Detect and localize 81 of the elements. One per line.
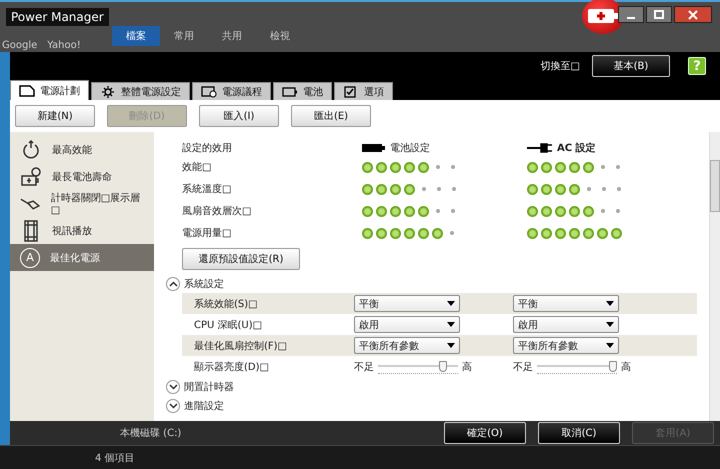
battery-clock-icon (20, 166, 42, 188)
caret-icon (606, 322, 614, 327)
dropdown[interactable]: 啟用 (354, 316, 460, 333)
caret-icon (606, 301, 614, 306)
tab[interactable]: 電池 (273, 82, 332, 100)
setting-label: 系統效能(S)□ (194, 298, 259, 310)
tab[interactable]: 選項 (334, 82, 393, 100)
page-icon (19, 84, 35, 96)
tab[interactable]: 電源議程 (192, 82, 271, 100)
plug-icon (527, 143, 553, 153)
battery-icon (282, 86, 298, 98)
dropdown[interactable]: 啟用 (513, 316, 619, 333)
section-title: 系統設定 (184, 278, 224, 290)
slider-min-label: 不足 (354, 360, 374, 374)
tab[interactable]: 電源計劃 (10, 80, 89, 100)
effect-label: 效能□ (182, 160, 212, 174)
window-title: Power Manager (6, 8, 109, 26)
toolbar-button[interactable]: 匯出(E) (291, 105, 371, 127)
slider-thumb[interactable] (439, 360, 448, 372)
plan-item[interactable]: 最長電池壽命 (10, 163, 154, 190)
plan-item[interactable]: A 最佳化電源 (10, 244, 154, 271)
dropdown[interactable]: 平衡所有參數 (513, 337, 619, 354)
clock-monitor-icon (201, 86, 217, 98)
drive-label: 本機磁碟 (C:) (120, 428, 182, 439)
ribbon-tab[interactable]: 常用 (160, 26, 208, 46)
battery-plus-logo-icon (582, 0, 624, 34)
chevron-down-icon (168, 384, 178, 390)
chevron-down-icon (168, 402, 178, 408)
slider-max-label: 高 (621, 360, 631, 374)
battery-column-label: 電池設定 (390, 142, 430, 155)
basic-mode-button[interactable]: 基本(B) (592, 55, 670, 77)
dropdown[interactable]: 平衡 (513, 295, 619, 312)
dropdown[interactable]: 平衡 (354, 295, 460, 312)
effects-heading: 設定的效用 (182, 142, 233, 155)
effect-label: 系統溫度□ (182, 182, 232, 196)
plan-item[interactable]: 計時器關閉□展示層□ (10, 190, 154, 217)
expander-button[interactable] (166, 398, 180, 412)
minimize-button[interactable] (618, 6, 644, 23)
dialog-button[interactable]: 確定(O) (444, 422, 526, 444)
ribbon-tab[interactable]: 檢視 (256, 26, 304, 46)
slider-min-label: 不足 (513, 360, 533, 374)
slider-thumb[interactable] (609, 360, 617, 372)
tab[interactable]: 整體電源設定 (91, 82, 190, 100)
dialog-button[interactable]: 取消(C) (538, 422, 620, 444)
item-count: 4 個項目 (95, 452, 135, 464)
restore-defaults-button[interactable]: 還原預設值設定(R) (182, 248, 300, 270)
expander-button[interactable] (166, 380, 180, 394)
effect-label: 風扇音效層次□ (182, 204, 252, 218)
ac-column-label: AC 設定 (557, 141, 596, 155)
section-title: 進階設定 (184, 400, 224, 412)
maximize-button[interactable] (646, 6, 672, 23)
close-button[interactable] (674, 6, 712, 23)
chevron-up-icon (168, 280, 178, 286)
switch-label: 切換至□ (540, 60, 580, 73)
close-icon (688, 10, 698, 20)
slider-max-label: 高 (462, 360, 472, 374)
toolbar-button[interactable]: 匯入(I) (199, 105, 279, 127)
scrollbar[interactable] (709, 132, 720, 421)
caret-icon (447, 343, 455, 348)
plan-item[interactable]: 最高效能 (10, 136, 154, 163)
bookmark-link[interactable]: Google (2, 40, 38, 51)
setting-label: 最佳化風扇控制(F)□ (194, 340, 288, 352)
bookmark-link[interactable]: Yahoo! (47, 40, 81, 51)
caret-icon (447, 301, 455, 306)
expander-button[interactable] (166, 276, 180, 290)
ribbon-tab[interactable]: 共用 (208, 26, 256, 46)
setting-label: CPU 深眠(U)□ (194, 318, 264, 332)
maximize-icon (654, 10, 664, 20)
toolbar-button[interactable]: 新建(N) (15, 105, 95, 127)
minimize-icon (627, 16, 635, 18)
battery-icon (362, 143, 386, 153)
dropdown[interactable]: 平衡所有參數 (354, 337, 460, 354)
ribbon-tab[interactable]: 檔案 (112, 26, 160, 46)
section-title: 閒置計時器 (184, 380, 234, 394)
caret-icon (447, 322, 455, 327)
caret-icon (606, 343, 614, 348)
gear-icon (100, 86, 116, 98)
setting-label: 顯示器亮度(D)□ (194, 360, 270, 374)
circled-letter-icon: A (20, 248, 40, 268)
plan-item[interactable]: 視訊播放 (10, 217, 154, 244)
effect-label: 電源用量□ (182, 227, 232, 240)
